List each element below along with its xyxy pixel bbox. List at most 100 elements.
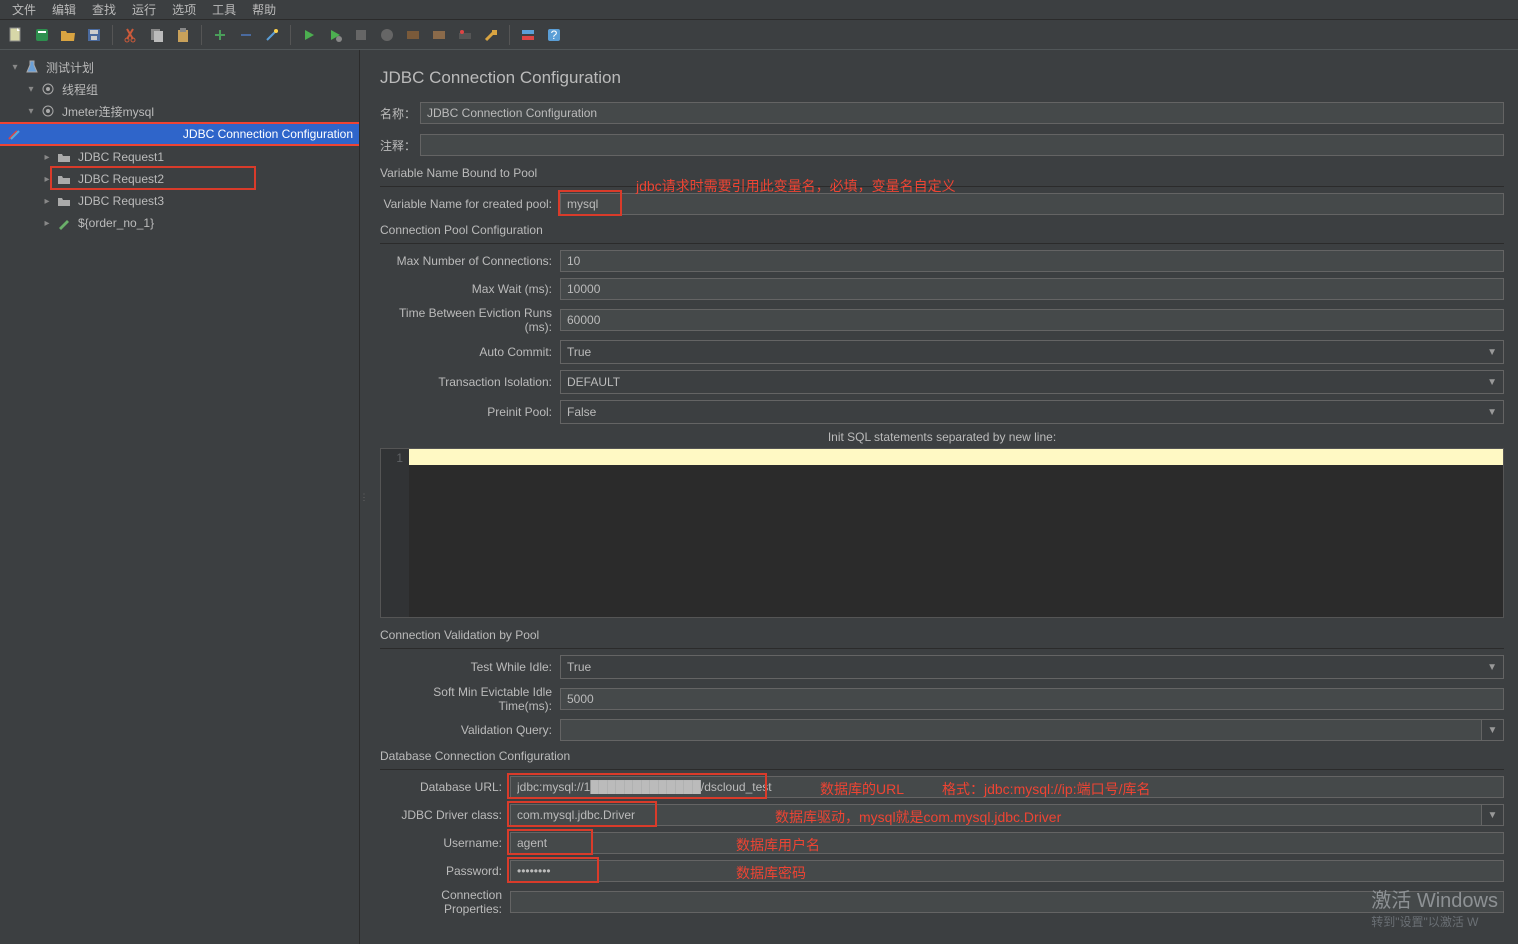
watermark-title: 激活 Windows [1371, 884, 1498, 913]
evict-input[interactable] [560, 309, 1504, 331]
init-sql-editor[interactable]: 1 [380, 448, 1504, 618]
tree-panel: ▾ 测试计划 ▾ 线程组 ▾ Jmeter连接mysql JDBC Connec… [0, 50, 360, 944]
name-input[interactable] [420, 102, 1504, 124]
max-wait-input[interactable] [560, 278, 1504, 300]
tree-label: JDBC Request2 [78, 172, 164, 186]
password-input[interactable] [510, 860, 1504, 882]
val-query-input[interactable] [560, 719, 1482, 741]
expander-icon[interactable]: ▾ [10, 62, 20, 73]
wand-icon[interactable] [262, 25, 282, 45]
run-icon[interactable] [299, 25, 319, 45]
tree-jdbc-req3[interactable]: ▸ JDBC Request3 [0, 190, 359, 212]
chevron-down-icon: ▼ [1487, 662, 1497, 673]
auto-commit-select[interactable]: True▼ [560, 340, 1504, 364]
expander-icon[interactable]: ▸ [42, 218, 52, 229]
tree-jdbc-req2[interactable]: ▸ JDBC Request2 [0, 168, 359, 190]
editor-gutter: 1 [381, 449, 409, 617]
tree-thread-group[interactable]: ▾ 线程组 [0, 78, 359, 100]
expander-icon[interactable]: ▾ [26, 106, 36, 117]
auto-commit-label: Auto Commit: [380, 345, 560, 359]
help-icon[interactable]: ? [544, 25, 564, 45]
name-label: 名称： [380, 105, 420, 122]
annotation-var-name: jdbc请求时需要引用此变量名，必填，变量名自定义 [636, 176, 956, 196]
max-conn-input[interactable] [560, 250, 1504, 272]
toggle-icon[interactable] [518, 25, 538, 45]
comment-input[interactable] [420, 134, 1504, 156]
copy-icon[interactable] [147, 25, 167, 45]
main: ▾ 测试计划 ▾ 线程组 ▾ Jmeter连接mysql JDBC Connec… [0, 50, 1518, 944]
new-icon[interactable] [6, 25, 26, 45]
save-icon[interactable] [84, 25, 104, 45]
menu-run[interactable]: 运行 [124, 0, 164, 20]
preinit-select[interactable]: False▼ [560, 400, 1504, 424]
run-noTimers-icon[interactable] [325, 25, 345, 45]
max-wait-label: Max Wait (ms): [380, 282, 560, 296]
stop-icon[interactable] [351, 25, 371, 45]
evict-label: Time Between Eviction Runs (ms): [380, 306, 560, 334]
conn-props-input[interactable] [510, 891, 1504, 913]
folder-icon [56, 171, 72, 187]
content-panel: JDBC Connection Configuration 名称： 注释： Va… [366, 50, 1518, 944]
var-pool-input[interactable] [560, 193, 1504, 215]
tree-label: 测试计划 [46, 59, 94, 76]
tree-test-plan[interactable]: ▾ 测试计划 [0, 56, 359, 78]
driver-dropdown[interactable]: ▼ [1482, 804, 1504, 826]
menu-edit[interactable]: 编辑 [44, 0, 84, 20]
toolbar: ? [0, 20, 1518, 50]
plus-icon[interactable] [210, 25, 230, 45]
test-idle-select[interactable]: True▼ [560, 655, 1504, 679]
expander-icon[interactable]: ▸ [42, 174, 52, 185]
tree-jdbc-req1[interactable]: ▸ JDBC Request1 [0, 146, 359, 168]
expander-icon[interactable]: ▸ [42, 152, 52, 163]
clear-icon[interactable] [455, 25, 475, 45]
remote-start-icon[interactable] [403, 25, 423, 45]
tree-label: JDBC Request3 [78, 194, 164, 208]
val-query-dropdown[interactable]: ▼ [1482, 719, 1504, 741]
comment-label: 注释： [380, 137, 420, 154]
chevron-down-icon: ▼ [1488, 810, 1498, 821]
tx-iso-label: Transaction Isolation: [380, 375, 560, 389]
tx-iso-select[interactable]: DEFAULT▼ [560, 370, 1504, 394]
paste-icon[interactable] [173, 25, 193, 45]
annotation-db-url-format: 格式：jdbc:mysql://ip:端口号/库名 [942, 779, 1150, 799]
remote-stop-icon[interactable] [429, 25, 449, 45]
username-label: Username: [380, 836, 510, 850]
init-sql-label: Init SQL statements separated by new lin… [380, 430, 1504, 444]
cut-icon[interactable] [121, 25, 141, 45]
test-idle-label: Test While Idle: [380, 660, 560, 674]
password-label: Password: [380, 864, 510, 878]
menu-tools[interactable]: 工具 [204, 0, 244, 20]
pencil-icon [56, 215, 72, 231]
expander-icon[interactable]: ▸ [42, 196, 52, 207]
watermark-subtitle: 转到"设置"以激活 W [1371, 913, 1498, 930]
soft-min-input[interactable] [560, 688, 1504, 710]
editor-area[interactable] [409, 449, 1503, 617]
gear-icon [40, 81, 56, 97]
tree-label: Jmeter连接mysql [62, 103, 154, 120]
annotation-password: 数据库密码 [736, 863, 806, 883]
expander-icon[interactable]: ▾ [26, 84, 36, 95]
menu-help[interactable]: 帮助 [244, 0, 284, 20]
menu-search[interactable]: 查找 [84, 0, 124, 20]
tree-jmeter-mysql[interactable]: ▾ Jmeter连接mysql [0, 100, 359, 122]
watermark: 激活 Windows 转到"设置"以激活 W [1371, 884, 1498, 930]
clear-all-icon[interactable] [481, 25, 501, 45]
minus-icon[interactable] [236, 25, 256, 45]
flask-icon [24, 59, 40, 75]
chevron-down-icon: ▼ [1488, 725, 1498, 736]
template-icon[interactable] [32, 25, 52, 45]
panel-title: JDBC Connection Configuration [380, 68, 1504, 88]
tree-jdbc-config[interactable]: JDBC Connection Configuration [0, 122, 359, 146]
menubar: 文件 编辑 查找 运行 选项 工具 帮助 [0, 0, 1518, 20]
menu-file[interactable]: 文件 [4, 0, 44, 20]
shutdown-icon[interactable] [377, 25, 397, 45]
conn-props-label: Connection Properties: [380, 888, 510, 916]
gear-icon [40, 103, 56, 119]
folder-icon [56, 193, 72, 209]
menu-options[interactable]: 选项 [164, 0, 204, 20]
annotation-db-url: 数据库的URL [820, 779, 904, 799]
chevron-down-icon: ▼ [1487, 347, 1497, 358]
username-input[interactable] [510, 832, 1504, 854]
tree-order-var[interactable]: ▸ ${order_no_1} [0, 212, 359, 234]
open-icon[interactable] [58, 25, 78, 45]
